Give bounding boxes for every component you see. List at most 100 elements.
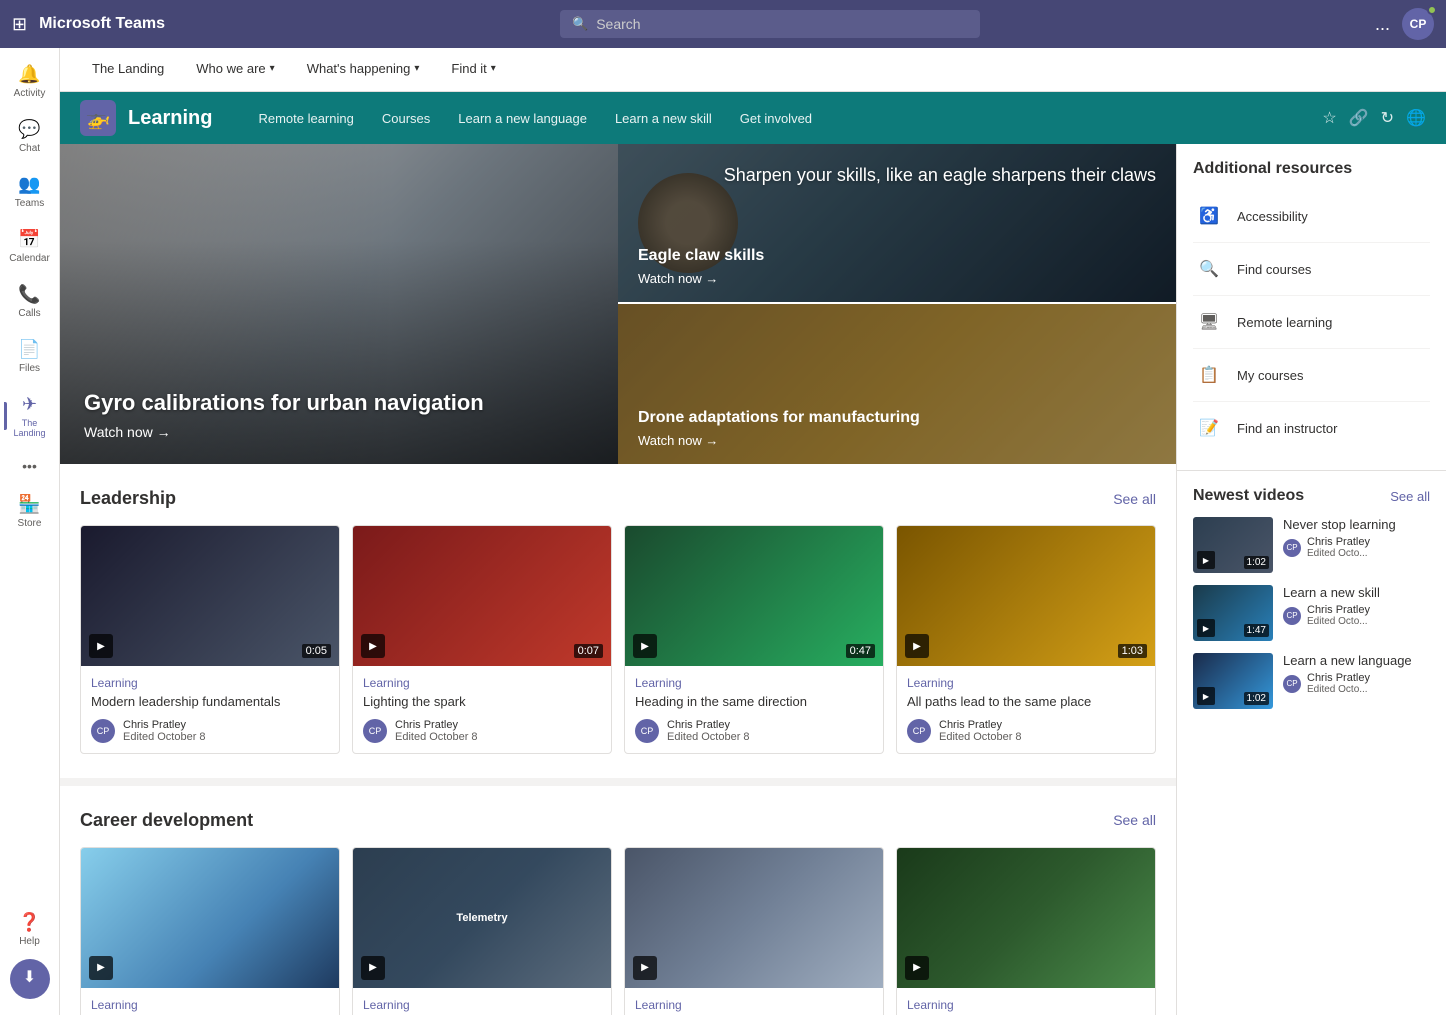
- learning-nav-remote-learning[interactable]: Remote learning: [244, 92, 367, 144]
- bookmark-icon[interactable]: ☆: [1322, 108, 1336, 128]
- learning-nav-actions: ☆ 🔗 ↻ 🌐: [1322, 108, 1426, 128]
- nv-video-title-2: Learn a new language: [1283, 653, 1430, 668]
- hero-top-right-watch[interactable]: Watch now →: [638, 271, 1156, 286]
- video-title-2: Heading in the same direction: [635, 694, 873, 711]
- refresh-icon[interactable]: ↻: [1381, 108, 1394, 128]
- nv-author-edited-2: Edited Octo...: [1307, 684, 1370, 695]
- video-card-2[interactable]: ▶ 0:47 Learning Heading in the same dire…: [624, 525, 884, 754]
- sidebar-item-help[interactable]: ❓ Help: [4, 904, 56, 955]
- ar-label-find-courses: Find courses: [1237, 262, 1311, 277]
- hero-left-watch[interactable]: Watch now →: [84, 424, 594, 440]
- subnav-item-who-we-are[interactable]: Who we are ▾: [180, 48, 290, 92]
- hero-bottom-right-watch[interactable]: Watch now →: [638, 433, 1156, 448]
- career-video-card-1[interactable]: Telemetry ▶ Learning: [352, 847, 612, 1015]
- author-avatar-3: CP: [907, 719, 931, 743]
- subnav-item-the-landing[interactable]: The Landing: [76, 48, 180, 92]
- video-duration-0: 0:05: [302, 644, 331, 658]
- globe-icon[interactable]: 🌐: [1406, 108, 1426, 128]
- newest-videos-see-all[interactable]: See all: [1390, 489, 1430, 504]
- hero-left[interactable]: Gyro calibrations for urban navigation W…: [60, 144, 618, 464]
- the-landing-icon: ✈: [22, 394, 37, 415]
- learning-header: 🚁 Learning Remote learning Courses Learn…: [60, 92, 1446, 144]
- ar-item-remote-learning[interactable]: 🖥 Remote learning: [1193, 296, 1430, 349]
- grid-icon[interactable]: ⊞: [12, 14, 27, 35]
- sidebar-item-activity[interactable]: 🔔 Activity: [4, 56, 56, 107]
- ar-item-my-courses[interactable]: 📋 My courses: [1193, 349, 1430, 402]
- nv-author-name-1: Chris Pratley: [1307, 604, 1370, 616]
- hero-bottom-right[interactable]: Drone adaptations for manufacturing Watc…: [618, 304, 1176, 464]
- remote-learning-icon: 🖥: [1193, 306, 1225, 338]
- learning-nav-language[interactable]: Learn a new language: [444, 92, 601, 144]
- sidebar-item-calls[interactable]: 📞 Calls: [4, 276, 56, 327]
- top-bar: ⊞ Microsoft Teams 🔍 Search ... CP: [0, 0, 1446, 48]
- sidebar-label-chat: Chat: [19, 143, 40, 154]
- sidebar-item-more[interactable]: •••: [4, 450, 56, 482]
- learning-nav-courses[interactable]: Courses: [368, 92, 444, 144]
- career-category-1: Learning: [363, 998, 601, 1012]
- leadership-see-all[interactable]: See all: [1113, 491, 1156, 507]
- avatar-status-badge: [1427, 5, 1437, 15]
- learning-nav-skill[interactable]: Learn a new skill: [601, 92, 726, 144]
- learning-nav: Remote learning Courses Learn a new lang…: [244, 92, 1322, 144]
- video-title-1: Lighting the spark: [363, 694, 601, 711]
- leadership-section: Leadership See all ▶ 0:05 Lear: [60, 464, 1176, 778]
- sidebar-item-the-landing[interactable]: ✈ The Landing: [4, 386, 56, 446]
- nv-thumb-0: ▶ 1:02: [1193, 517, 1273, 573]
- nv-author-name-0: Chris Pratley: [1307, 536, 1370, 548]
- ar-item-accessibility[interactable]: ♿ Accessibility: [1193, 190, 1430, 243]
- nv-item-1[interactable]: ▶ 1:47 Learn a new skill CP Chris Pratle…: [1193, 585, 1430, 641]
- nv-author-name-2: Chris Pratley: [1307, 672, 1370, 684]
- ar-item-find-courses[interactable]: 🔍 Find courses: [1193, 243, 1430, 296]
- leadership-video-grid: ▶ 0:05 Learning Modern leadership fundam…: [80, 525, 1156, 754]
- sidebar-label-teams: Teams: [15, 198, 44, 209]
- learning-logo-icon: 🚁: [86, 106, 111, 131]
- career-see-all[interactable]: See all: [1113, 812, 1156, 828]
- sidebar-item-files[interactable]: 📄 Files: [4, 331, 56, 382]
- video-title-0: Modern leadership fundamentals: [91, 694, 329, 711]
- video-card-1[interactable]: ▶ 0:07 Learning Lighting the spark CP Ch…: [352, 525, 612, 754]
- career-video-card-2[interactable]: ▶ Learning: [624, 847, 884, 1015]
- share-icon[interactable]: 🔗: [1349, 108, 1369, 128]
- video-card-0[interactable]: ▶ 0:05 Learning Modern leadership fundam…: [80, 525, 340, 754]
- video-card-3[interactable]: ▶ 1:03 Learning All paths lead to the sa…: [896, 525, 1156, 754]
- sidebar-label-calls: Calls: [18, 308, 40, 319]
- ar-item-find-instructor[interactable]: 📝 Find an instructor: [1193, 402, 1430, 454]
- career-video-card-3[interactable]: ▶ Learning: [896, 847, 1156, 1015]
- sidebar-item-calendar[interactable]: 📅 Calendar: [4, 221, 56, 272]
- ar-label-remote-learning: Remote learning: [1237, 315, 1332, 330]
- career-category-0: Learning: [91, 998, 329, 1012]
- nv-play-icon: ▶: [1197, 619, 1215, 637]
- more-options-icon[interactable]: ...: [1375, 14, 1390, 35]
- sidebar-item-store[interactable]: 🏪 Store: [4, 486, 56, 537]
- my-courses-icon: 📋: [1193, 359, 1225, 391]
- author-avatar-1: CP: [363, 719, 387, 743]
- sidebar-item-download[interactable]: ⬇: [10, 959, 50, 999]
- right-sidebar: Additional resources ♿ Accessibility 🔍 F…: [1176, 144, 1446, 1015]
- nv-item-0[interactable]: ▶ 1:02 Never stop learning CP Chris Prat…: [1193, 517, 1430, 573]
- hero-top-right-title: Eagle claw skills: [638, 247, 1156, 265]
- career-video-card-0[interactable]: ▶ Learning: [80, 847, 340, 1015]
- content-area: The Landing Who we are ▾ What's happenin…: [60, 48, 1446, 1015]
- nv-author-avatar-2: CP: [1283, 675, 1301, 693]
- ar-label-my-courses: My courses: [1237, 368, 1303, 383]
- chat-icon: 💬: [18, 119, 40, 140]
- subnav-item-whats-happening[interactable]: What's happening ▾: [291, 48, 436, 92]
- subnav-item-find-it[interactable]: Find it ▾: [435, 48, 511, 92]
- sidebar-item-teams[interactable]: 👥 Teams: [4, 166, 56, 217]
- sidebar-label-store: Store: [18, 518, 42, 529]
- nv-author-avatar-0: CP: [1283, 539, 1301, 557]
- learning-nav-get-involved[interactable]: Get involved: [726, 92, 826, 144]
- avatar[interactable]: CP: [1402, 8, 1434, 40]
- nv-author-edited-0: Edited Octo...: [1307, 548, 1370, 559]
- nv-item-2[interactable]: ▶ 1:02 Learn a new language CP Chris Pra…: [1193, 653, 1430, 709]
- download-icon: ⬇: [23, 967, 36, 987]
- calendar-icon: 📅: [18, 229, 40, 250]
- nv-video-title-0: Never stop learning: [1283, 517, 1430, 532]
- search-bar[interactable]: 🔍 Search: [560, 10, 980, 38]
- hero-top-right[interactable]: Eagle claw skills Watch now → Sharpen yo…: [618, 144, 1176, 304]
- author-name-1: Chris Pratley: [395, 719, 478, 731]
- sidebar-item-chat[interactable]: 💬 Chat: [4, 111, 56, 162]
- author-avatar-0: CP: [91, 719, 115, 743]
- left-sidebar: 🔔 Activity 💬 Chat 👥 Teams 📅 Calendar 📞 C…: [0, 48, 60, 1015]
- video-category-1: Learning: [363, 676, 601, 690]
